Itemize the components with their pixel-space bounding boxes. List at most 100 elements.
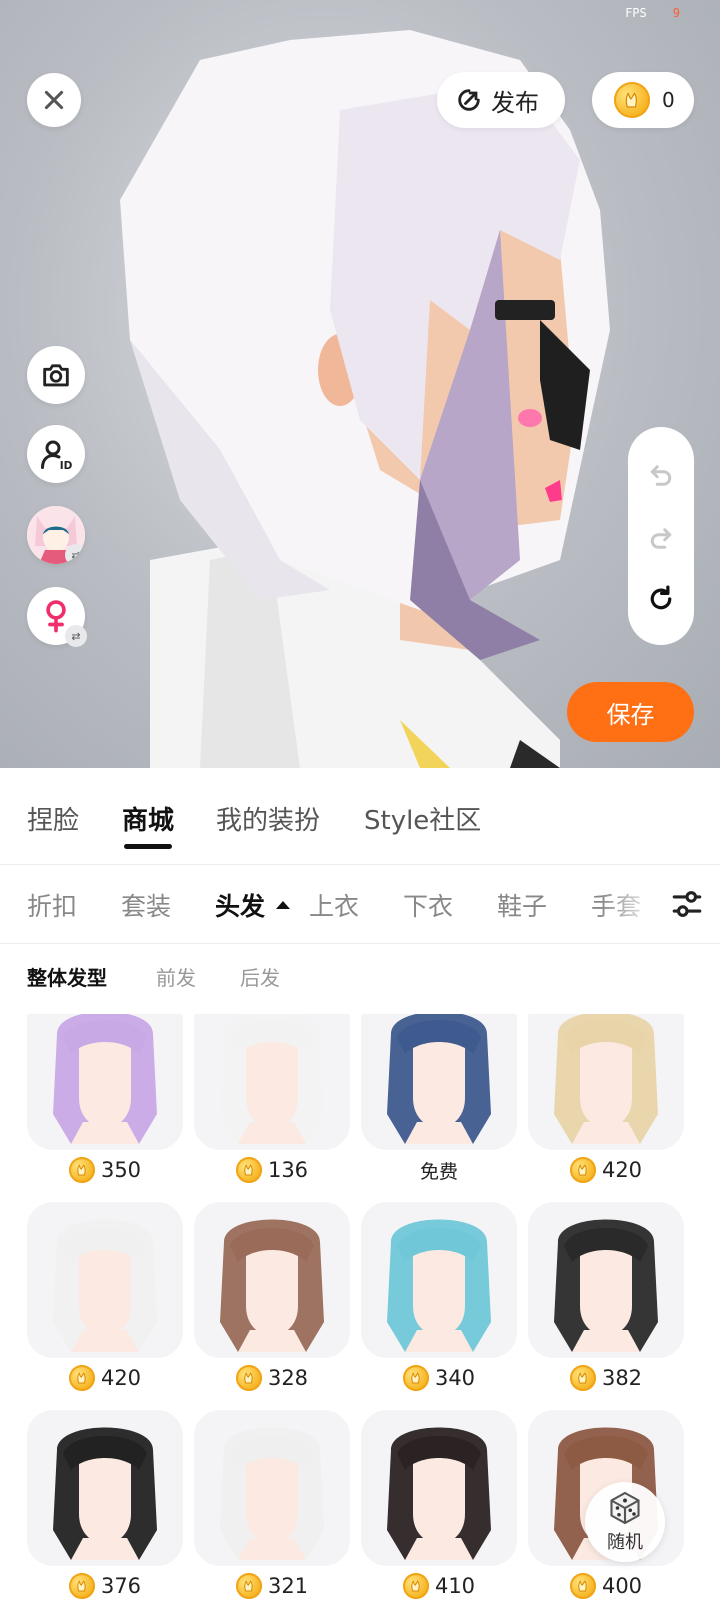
hair-item[interactable]: 420	[528, 1014, 684, 1190]
hair-thumbnail	[27, 1410, 183, 1566]
category-sets[interactable]: 套装	[121, 887, 171, 923]
avatar-id-button[interactable]: ID	[27, 425, 85, 483]
price-value: 376	[100, 1574, 142, 1598]
undo-icon[interactable]	[646, 458, 676, 488]
item-price: 136	[194, 1150, 350, 1190]
active-tab-indicator	[124, 844, 172, 849]
coin-balance-value: 0	[662, 88, 675, 112]
item-price: 410	[361, 1566, 517, 1600]
hair-item[interactable]: 420	[27, 1202, 183, 1398]
coin-icon	[68, 1365, 95, 1391]
gender-switch-button[interactable]: ⇄	[27, 587, 87, 647]
hair-item[interactable]: 382	[528, 1202, 684, 1398]
hair-thumbnail	[361, 1410, 517, 1566]
hair-item[interactable]: 136	[194, 1014, 350, 1190]
hair-thumbnail	[194, 1410, 350, 1566]
close-icon	[44, 90, 64, 110]
category-tops[interactable]: 上衣	[309, 887, 359, 923]
price-value: 400	[601, 1574, 643, 1598]
subtab-front-hair[interactable]: 前发	[156, 962, 196, 991]
price-value: 382	[601, 1366, 643, 1390]
close-button[interactable]	[27, 73, 81, 127]
coin-icon	[68, 1573, 95, 1599]
publish-button[interactable]: 发布	[437, 72, 565, 128]
hair-thumbnail	[361, 1014, 517, 1150]
coin-icon	[569, 1157, 596, 1183]
hair-item[interactable]: 321	[194, 1410, 350, 1600]
hair-thumbnail	[27, 1014, 183, 1150]
hair-thumbnail	[194, 1202, 350, 1358]
category-discount[interactable]: 折扣	[27, 887, 77, 923]
coin-icon	[235, 1365, 262, 1391]
fps-label: FPS	[625, 6, 647, 20]
fps-counter: FPS 9	[625, 6, 680, 20]
filter-button[interactable]	[654, 865, 720, 943]
price-value: 136	[267, 1158, 309, 1182]
item-price: 420	[27, 1358, 183, 1398]
tab-style-community[interactable]: Style社区	[364, 800, 481, 837]
hair-thumbnail	[528, 1014, 684, 1150]
price-value: 350	[100, 1158, 142, 1182]
switch-avatar-button[interactable]: ⇄	[27, 506, 85, 564]
tab-shop[interactable]: 商城	[122, 800, 174, 837]
price-value: 328	[267, 1366, 309, 1390]
price-value: 340	[434, 1366, 476, 1390]
hair-sub-tabs: 整体发型 前发 后发	[0, 944, 720, 1004]
dice-icon	[610, 1491, 640, 1525]
reset-icon[interactable]	[646, 584, 676, 614]
coin-icon	[402, 1365, 429, 1391]
hair-item[interactable]: 350	[27, 1014, 183, 1190]
svg-text:ID: ID	[60, 460, 73, 472]
subtab-full-hairstyle[interactable]: 整体发型	[27, 962, 107, 991]
swap-icon: ⇄	[65, 625, 87, 647]
item-price: 376	[27, 1566, 183, 1600]
hair-item[interactable]: 376	[27, 1410, 183, 1600]
person-id-icon: ID	[41, 440, 73, 472]
tab-my-outfits[interactable]: 我的装扮	[216, 800, 320, 837]
save-button[interactable]: 保存	[567, 682, 694, 742]
hair-item[interactable]: 410	[361, 1410, 517, 1600]
coin-icon	[68, 1157, 95, 1183]
price-value: 420	[100, 1366, 142, 1390]
coin-balance[interactable]: 0	[592, 72, 694, 128]
coin-icon	[235, 1157, 262, 1183]
item-price: 420	[528, 1150, 684, 1190]
random-label: 随机	[607, 1532, 643, 1553]
coin-icon	[569, 1365, 596, 1391]
coin-icon	[569, 1573, 596, 1599]
shop-panel: 捏脸 商城 我的装扮 Style社区 折扣 套装 头发 上衣 下衣 鞋子 手套 …	[0, 768, 720, 1600]
publish-label: 发布	[491, 88, 539, 117]
hair-item[interactable]: 免费	[361, 1014, 517, 1190]
filter-sliders-icon	[672, 891, 702, 917]
item-price: 400	[528, 1566, 684, 1600]
price-value: 410	[434, 1574, 476, 1598]
price-value: 321	[267, 1574, 309, 1598]
price-value: 免费	[419, 1160, 458, 1183]
category-shoes[interactable]: 鞋子	[497, 887, 547, 923]
category-hair[interactable]: 头发	[215, 887, 265, 923]
avatar-viewport[interactable]: FPS 9 发布 0 ID ⇄ ⇄ 保存	[0, 0, 720, 768]
subtab-back-hair[interactable]: 后发	[240, 962, 280, 991]
coin-icon	[614, 82, 650, 118]
redo-icon[interactable]	[646, 521, 676, 551]
female-icon	[46, 600, 66, 633]
coin-icon	[402, 1573, 429, 1599]
history-controls	[628, 427, 694, 645]
swap-icon: ⇄	[65, 544, 85, 564]
tabs-fade	[600, 865, 660, 943]
item-price: 免费	[361, 1150, 517, 1190]
category-bottoms[interactable]: 下衣	[403, 887, 453, 923]
hair-item[interactable]: 340	[361, 1202, 517, 1398]
hair-thumbnail	[361, 1202, 517, 1358]
camera-button[interactable]	[27, 346, 85, 404]
price-value: 420	[601, 1158, 643, 1182]
tab-face[interactable]: 捏脸	[27, 800, 79, 837]
camera-icon	[43, 364, 69, 387]
category-tabs: 折扣 套装 头发 上衣 下衣 鞋子 手套	[0, 865, 720, 944]
hair-item[interactable]: 328	[194, 1202, 350, 1398]
hair-thumbnail	[528, 1202, 684, 1358]
random-button[interactable]: 随机	[585, 1482, 665, 1562]
item-price: 321	[194, 1566, 350, 1600]
hair-thumbnail	[194, 1014, 350, 1150]
caret-up-icon	[276, 901, 290, 909]
